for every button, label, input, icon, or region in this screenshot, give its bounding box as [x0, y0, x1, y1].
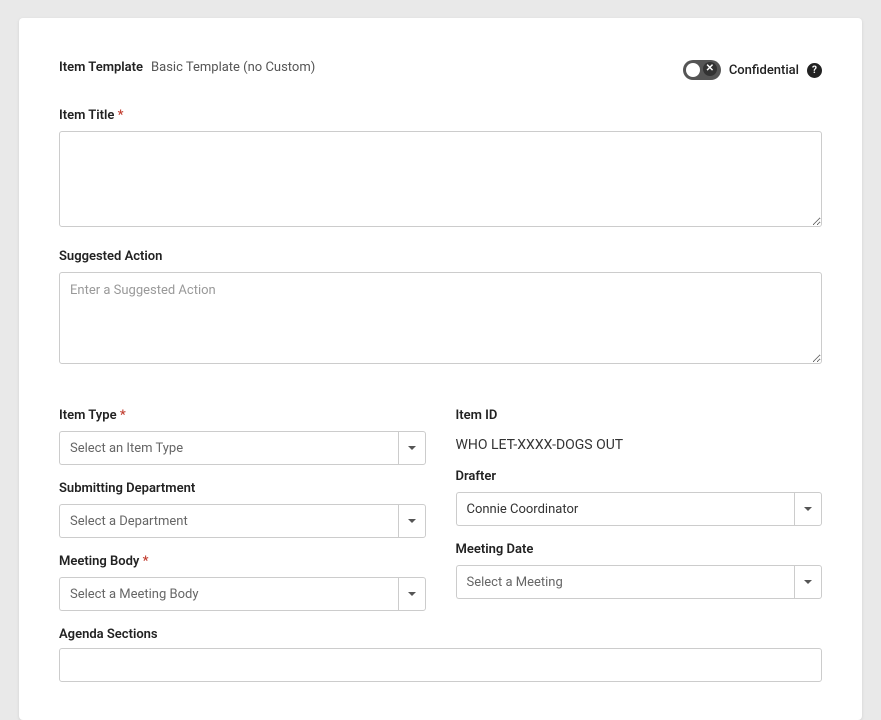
item-type-select[interactable]: Select an Item Type — [59, 431, 426, 465]
agenda-sections-input[interactable] — [59, 648, 822, 682]
submitting-dept-select[interactable]: Select a Department — [59, 504, 426, 538]
item-type-label: Item Type * — [59, 408, 426, 423]
item-title-label-text: Item Title — [59, 108, 114, 123]
suggested-action-label: Suggested Action — [59, 249, 822, 264]
meeting-date-label: Meeting Date — [456, 542, 823, 557]
item-type-value: Select an Item Type — [59, 431, 398, 465]
chevron-down-icon — [408, 519, 416, 523]
confidential-control: ✕ Confidential ? — [683, 60, 822, 80]
drafter-select[interactable]: Connie Coordinator — [456, 492, 823, 526]
submitting-dept-group: Submitting Department Select a Departmen… — [59, 481, 426, 538]
chevron-down-icon — [408, 446, 416, 450]
agenda-sections-label: Agenda Sections — [59, 627, 426, 642]
agenda-sections-group: Agenda Sections — [59, 627, 426, 642]
drafter-value: Connie Coordinator — [456, 492, 795, 526]
submitting-dept-caret[interactable] — [398, 504, 426, 538]
meeting-date-caret[interactable] — [794, 565, 822, 599]
meeting-date-select[interactable]: Select a Meeting — [456, 565, 823, 599]
drafter-label: Drafter — [456, 469, 823, 484]
confidential-label: Confidential — [729, 63, 799, 78]
right-column: Item ID WHO LET-XXXX-DOGS OUT Drafter Co… — [456, 408, 823, 658]
meeting-body-select[interactable]: Select a Meeting Body — [59, 577, 426, 611]
item-type-caret[interactable] — [398, 431, 426, 465]
item-id-label: Item ID — [456, 408, 823, 423]
item-template-value: Basic Template (no Custom) — [151, 60, 315, 75]
top-row: Item Template Basic Template (no Custom)… — [59, 54, 822, 80]
left-column: Item Type * Select an Item Type Submitti… — [59, 408, 426, 658]
item-form-card: Item Template Basic Template (no Custom)… — [19, 18, 862, 720]
confidential-toggle[interactable]: ✕ — [683, 60, 721, 80]
suggested-action-input[interactable] — [59, 272, 822, 364]
toggle-knob — [686, 63, 700, 77]
item-title-input[interactable] — [59, 131, 822, 227]
meeting-date-group: Meeting Date Select a Meeting — [456, 542, 823, 599]
meeting-body-label-text: Meeting Body — [59, 554, 139, 569]
close-icon: ✕ — [703, 62, 717, 76]
meeting-body-group: Meeting Body * Select a Meeting Body — [59, 554, 426, 611]
suggested-action-group: Suggested Action — [59, 249, 822, 368]
required-indicator: * — [120, 408, 126, 423]
drafter-group: Drafter Connie Coordinator — [456, 469, 823, 526]
agenda-sections-input-group — [59, 648, 822, 682]
item-type-group: Item Type * Select an Item Type — [59, 408, 426, 465]
two-column-section: Item Type * Select an Item Type Submitti… — [59, 408, 822, 658]
item-title-group: Item Title * — [59, 108, 822, 231]
submitting-dept-label: Submitting Department — [59, 481, 426, 496]
submitting-dept-value: Select a Department — [59, 504, 398, 538]
required-indicator: * — [143, 554, 149, 569]
required-indicator: * — [118, 108, 124, 123]
drafter-caret[interactable] — [794, 492, 822, 526]
meeting-body-label: Meeting Body * — [59, 554, 426, 569]
item-id-value: WHO LET-XXXX-DOGS OUT — [456, 431, 823, 453]
chevron-down-icon — [804, 580, 812, 584]
help-icon[interactable]: ? — [807, 63, 822, 78]
chevron-down-icon — [804, 507, 812, 511]
item-template-label: Item Template — [59, 60, 143, 75]
meeting-body-caret[interactable] — [398, 577, 426, 611]
item-title-label: Item Title * — [59, 108, 822, 123]
chevron-down-icon — [408, 592, 416, 596]
item-id-group: Item ID WHO LET-XXXX-DOGS OUT — [456, 408, 823, 453]
meeting-body-value: Select a Meeting Body — [59, 577, 398, 611]
meeting-date-value: Select a Meeting — [456, 565, 795, 599]
template-info: Item Template Basic Template (no Custom) — [59, 60, 315, 75]
item-type-label-text: Item Type — [59, 408, 117, 423]
